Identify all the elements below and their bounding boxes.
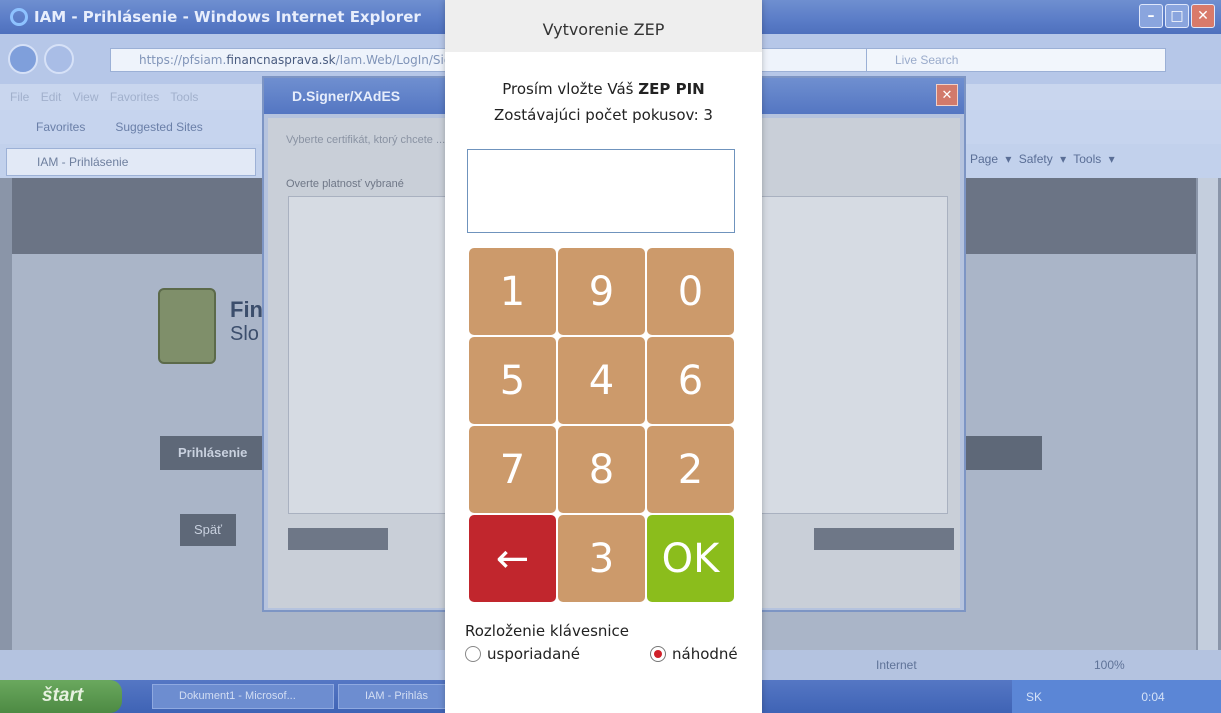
back-button[interactable]: Späť <box>180 514 236 546</box>
suggested-sites-link[interactable]: Suggested Sites <box>115 120 202 134</box>
menu-edit[interactable]: Edit <box>41 90 62 104</box>
command-bar: Page ▾ Safety ▾ Tools ▾ <box>970 152 1115 166</box>
site-logo-text: Fin Slo <box>230 297 263 346</box>
minimize-icon[interactable]: – <box>1139 4 1163 28</box>
key-5[interactable]: 5 <box>469 337 556 424</box>
maximize-icon[interactable]: □ <box>1165 4 1189 28</box>
page-scrollbar[interactable] <box>1198 178 1218 650</box>
dsigner-close-icon[interactable]: ✕ <box>936 84 958 106</box>
window-controls: – □ ✕ <box>1139 4 1215 28</box>
live-search-input[interactable]: Live Search <box>866 48 1166 72</box>
window-title: IAM - Prihlásenie - Windows Internet Exp… <box>34 8 421 26</box>
radio-random[interactable] <box>650 646 666 662</box>
back-arrow-icon[interactable] <box>8 44 38 74</box>
option-ordered-label: usporiadané <box>487 645 580 663</box>
pin-prompt: Prosím vložte Váš ZEP PIN <box>502 80 705 98</box>
remaining-attempts: Zostávajúci počet pokusov: 3 <box>494 106 713 124</box>
key-6[interactable]: 6 <box>647 337 734 424</box>
option-random-label: náhodné <box>672 645 738 663</box>
key-1[interactable]: 1 <box>469 248 556 335</box>
key-2[interactable]: 2 <box>647 426 734 513</box>
keyboard-layout-label: Rozloženie klávesnice <box>465 622 630 640</box>
dsigner-verify-text: Overte platnosť vybrané <box>286 178 404 190</box>
menu-view[interactable]: View <box>73 90 99 104</box>
tab-iam-login[interactable]: IAM - Prihlásenie <box>6 148 256 176</box>
key-8[interactable]: 8 <box>558 426 645 513</box>
tools-menu[interactable]: Tools ▾ <box>1073 152 1114 166</box>
taskbar-item-word[interactable]: Dokument1 - Microsof... <box>152 684 334 709</box>
key-4[interactable]: 4 <box>558 337 645 424</box>
language-indicator[interactable]: SK <box>1026 690 1042 704</box>
ok-key[interactable]: OK <box>647 515 734 602</box>
taskbar-item-ie[interactable]: IAM - Prihlás <box>338 684 446 709</box>
pin-keypad: 1 9 0 5 4 6 7 8 2 ← 3 OK <box>469 248 735 602</box>
backspace-key[interactable]: ← <box>469 515 556 602</box>
close-icon[interactable]: ✕ <box>1191 4 1215 28</box>
internet-zone: Internet <box>876 658 917 672</box>
menu-tools[interactable]: Tools <box>170 90 198 104</box>
system-tray: SK 0:04 <box>1012 680 1221 713</box>
safety-menu[interactable]: Safety ▾ <box>1019 152 1066 166</box>
option-random[interactable]: náhodné <box>650 645 738 663</box>
page-menu[interactable]: Page ▾ <box>970 152 1011 166</box>
dialog-title: Vytvorenie ZEP <box>445 0 762 52</box>
login-button[interactable]: Prihlásenie <box>160 436 270 470</box>
key-7[interactable]: 7 <box>469 426 556 513</box>
radio-ordered[interactable] <box>465 646 481 662</box>
favorites-button[interactable]: Favorites <box>36 120 85 134</box>
zoom-level[interactable]: 100% <box>1094 658 1125 672</box>
forward-arrow-icon[interactable] <box>44 44 74 74</box>
clock: 0:04 <box>1141 690 1165 704</box>
pin-input[interactable] <box>467 149 735 233</box>
menu-favorites[interactable]: Favorites <box>110 90 159 104</box>
key-0[interactable]: 0 <box>647 248 734 335</box>
pin-prompt-bold: ZEP PIN <box>638 80 705 98</box>
option-ordered[interactable]: usporiadané <box>465 645 580 663</box>
start-button[interactable]: štart <box>0 680 122 713</box>
zep-pin-dialog: Vytvorenie ZEP Prosím vložte Váš ZEP PIN… <box>445 0 762 713</box>
ie-icon <box>10 8 28 26</box>
key-9[interactable]: 9 <box>558 248 645 335</box>
dsigner-button[interactable] <box>814 528 954 550</box>
menu-file[interactable]: File <box>10 90 29 104</box>
key-3[interactable]: 3 <box>558 515 645 602</box>
coat-of-arms-logo <box>158 288 216 364</box>
dsigner-button[interactable] <box>288 528 388 550</box>
